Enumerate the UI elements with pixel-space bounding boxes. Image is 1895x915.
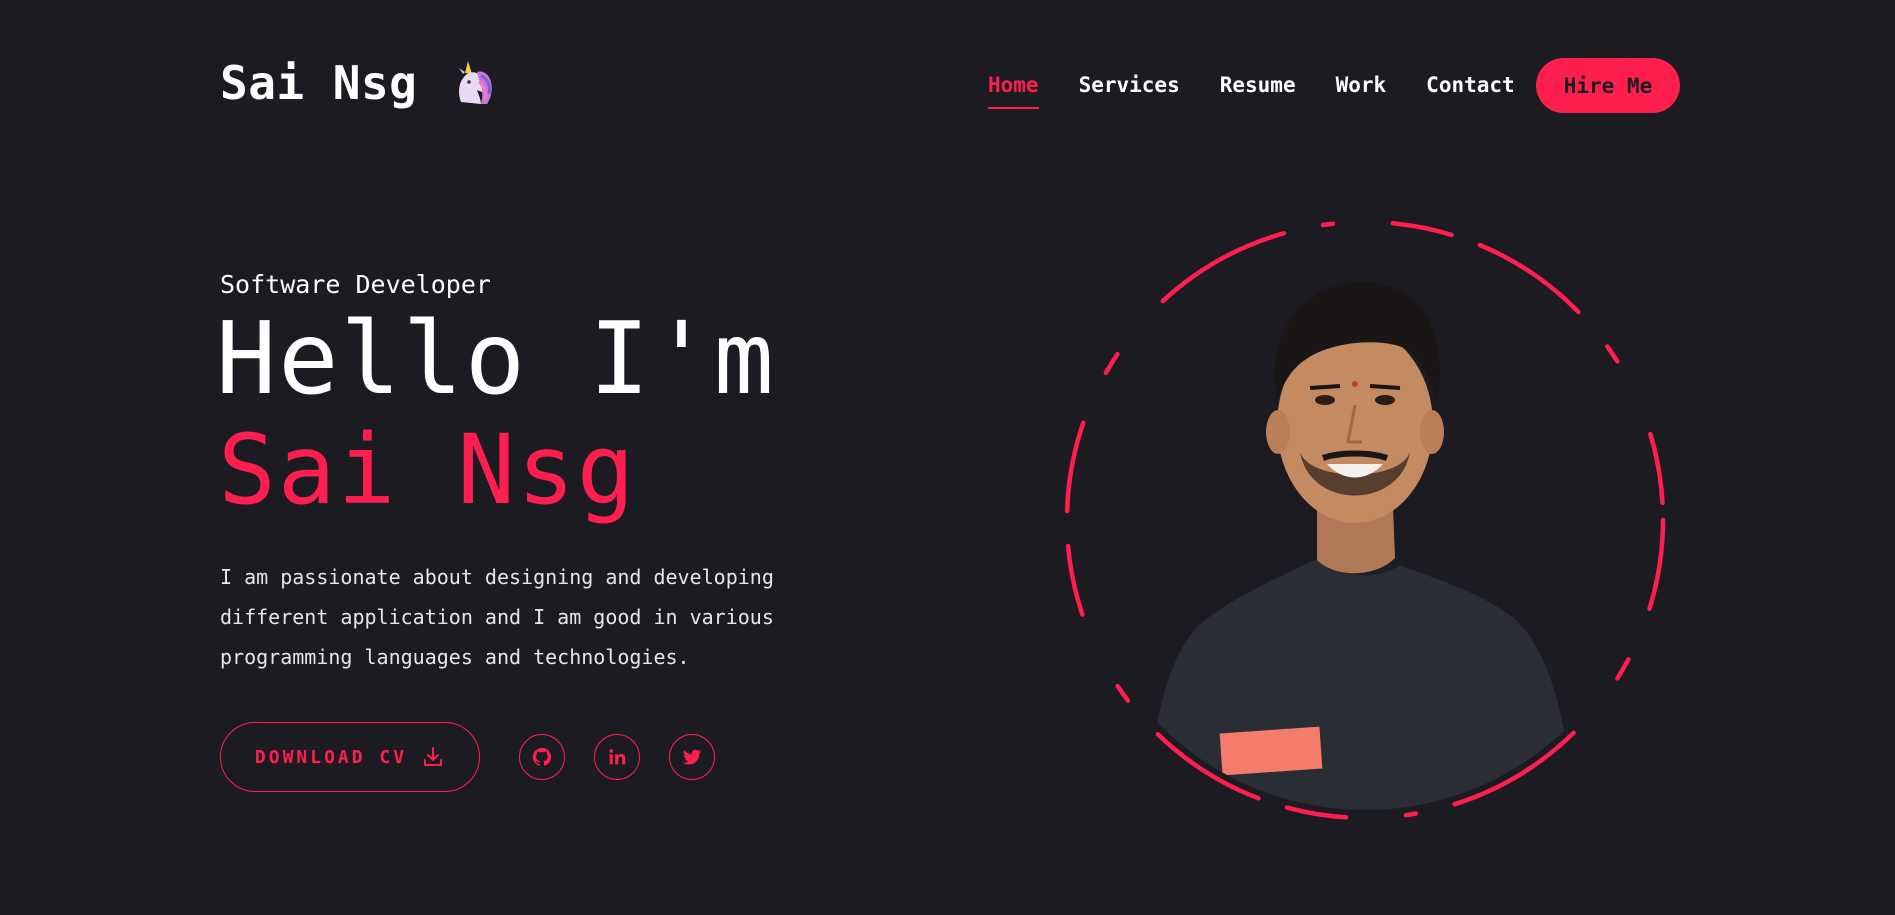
role-subtitle: Software Developer <box>220 270 491 299</box>
portrait-area <box>1055 220 1675 840</box>
hire-me-button[interactable]: Hire Me <box>1536 58 1680 113</box>
greeting-heading: Hello I'm <box>216 300 776 417</box>
name-heading: Sai Nsg <box>218 414 637 526</box>
logo-text: Sai Nsg <box>220 56 418 110</box>
download-cv-label: DOWNLOAD CV <box>254 746 408 768</box>
github-link[interactable] <box>519 734 565 780</box>
portfolio-page: Sai Nsg Home Services Resume Work Contac… <box>0 0 1895 915</box>
linkedin-link[interactable] <box>594 734 640 780</box>
main-nav: Home Services Resume Work Contact <box>988 73 1555 109</box>
nav-services[interactable]: Services <box>1079 73 1180 103</box>
github-icon <box>532 747 552 766</box>
linkedin-icon <box>609 749 626 765</box>
unicorn-icon <box>459 61 493 104</box>
nav-contact[interactable]: Contact <box>1426 73 1515 103</box>
twitter-link[interactable] <box>669 734 715 780</box>
twitter-icon <box>682 749 702 765</box>
nav-resume[interactable]: Resume <box>1220 73 1296 103</box>
download-cv-button[interactable]: DOWNLOAD CV <box>220 722 480 792</box>
logo[interactable]: Sai Nsg <box>220 56 497 110</box>
download-icon <box>424 747 443 766</box>
dashed-ring <box>1064 220 1666 821</box>
bio-text: I am passionate about designing and deve… <box>220 565 774 669</box>
nav-home[interactable]: Home <box>988 73 1039 109</box>
nav-work[interactable]: Work <box>1336 73 1387 103</box>
